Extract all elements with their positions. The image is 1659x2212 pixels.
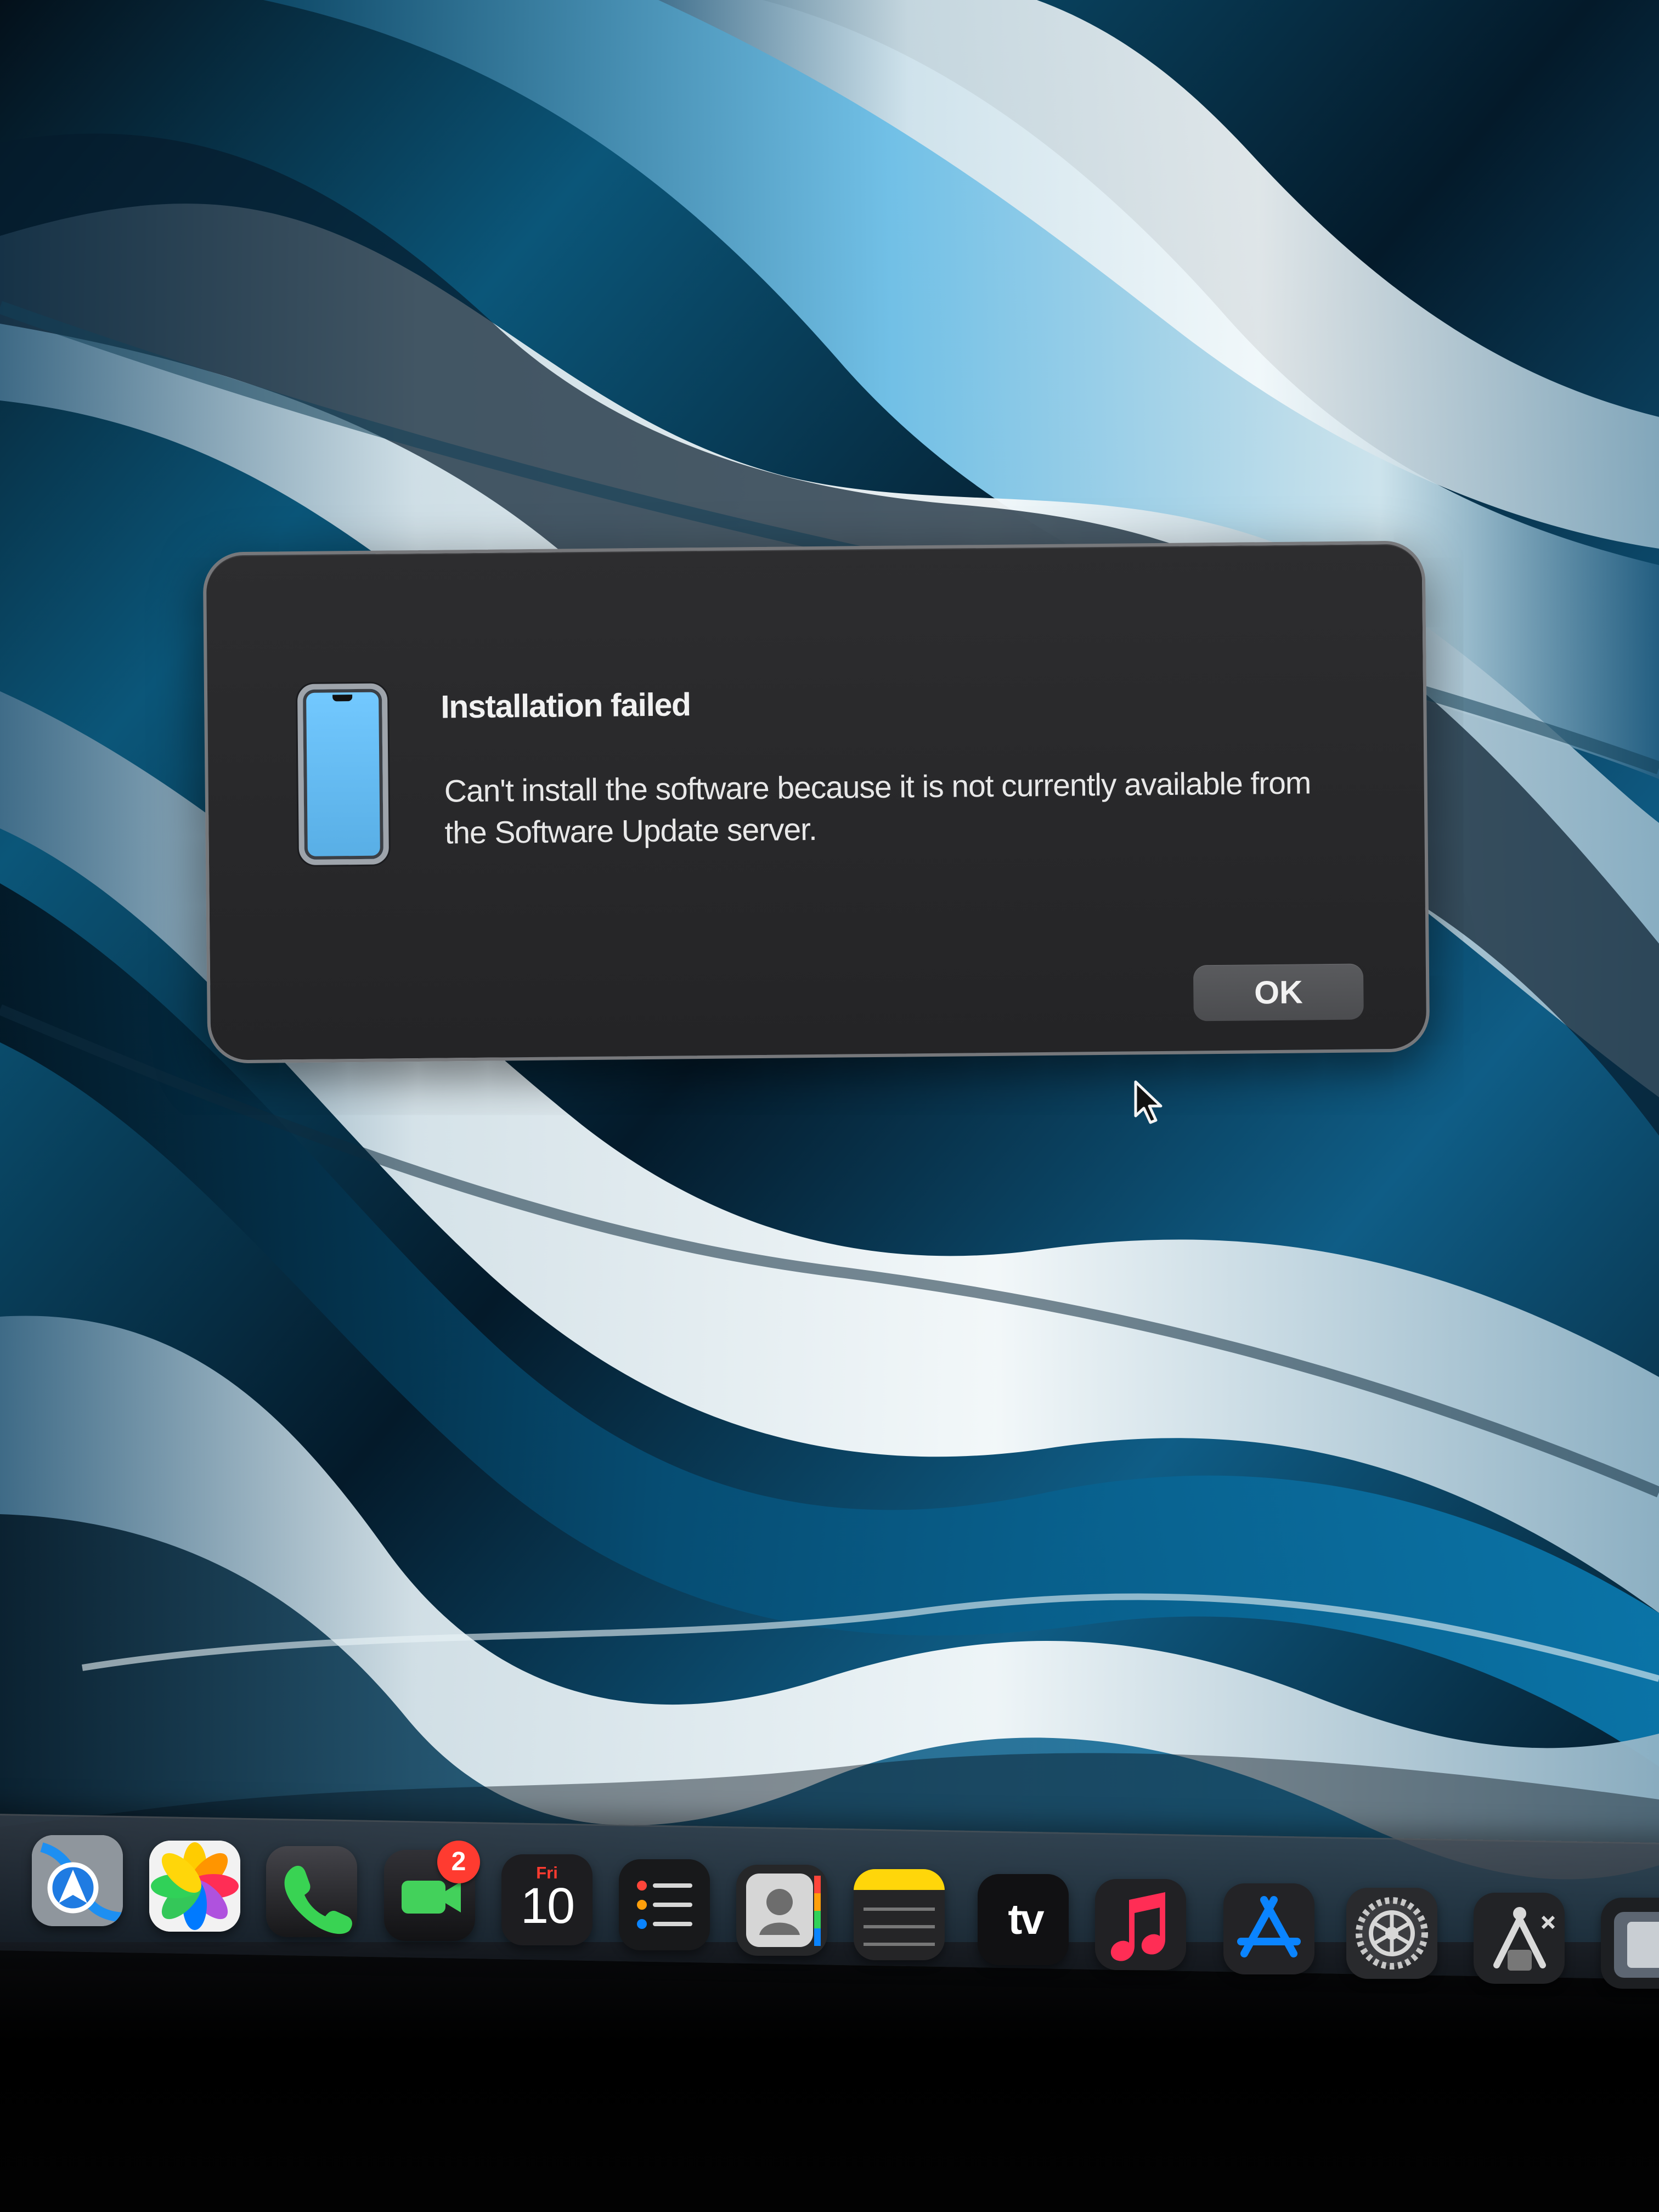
apple-tv-label: tv [1008, 1895, 1044, 1943]
reminders-icon[interactable] [619, 1859, 710, 1950]
desktop-screen: Installation failed Can't install the so… [0, 0, 1659, 2212]
calendar-icon[interactable]: Fri 10 [501, 1854, 592, 1945]
photos-icon[interactable] [149, 1841, 240, 1932]
contacts-glyph [746, 1874, 821, 1947]
reminders-glyph [637, 1881, 692, 1929]
mouse-pointer-icon [1134, 1080, 1163, 1124]
iphone-device-icon [297, 683, 390, 866]
calendar-date-label: 10 [520, 1878, 575, 1934]
ok-button[interactable]: OK [1193, 963, 1364, 1022]
phone-icon[interactable] [266, 1846, 357, 1937]
compass-tool-glyph [1493, 1907, 1555, 1971]
device-notch [332, 695, 353, 702]
app-store-icon[interactable] [1223, 1883, 1314, 1974]
apple-tv-icon[interactable]: tv [978, 1874, 1069, 1965]
photos-glyph [149, 1841, 240, 1932]
partial-dock-app-icon[interactable] [1601, 1898, 1659, 1989]
settings-gear-glyph [1356, 1897, 1428, 1970]
maps-icon[interactable] [32, 1835, 123, 1926]
utility-icon[interactable] [1474, 1893, 1565, 1984]
music-glyph [1110, 1892, 1165, 1961]
contacts-icon[interactable] [736, 1865, 827, 1956]
installation-failed-dialog: Installation failed Can't install the so… [202, 540, 1430, 1064]
dialog-message: Can't install the software because it is… [444, 765, 1311, 851]
music-icon[interactable] [1095, 1879, 1186, 1970]
maps-glyph [32, 1835, 123, 1926]
screen-bottom-bezel [0, 1942, 1659, 2212]
app-store-glyph [1237, 1896, 1301, 1957]
partial-app-glyph [1614, 1912, 1659, 1978]
facetime-notification-badge: 2 [437, 1841, 480, 1883]
settings-icon[interactable] [1346, 1888, 1437, 1979]
notes-glyph [854, 1869, 945, 1960]
phone-glyph [284, 1865, 352, 1934]
notes-icon[interactable] [854, 1869, 945, 1960]
dialog-title: Installation failed [440, 686, 691, 725]
